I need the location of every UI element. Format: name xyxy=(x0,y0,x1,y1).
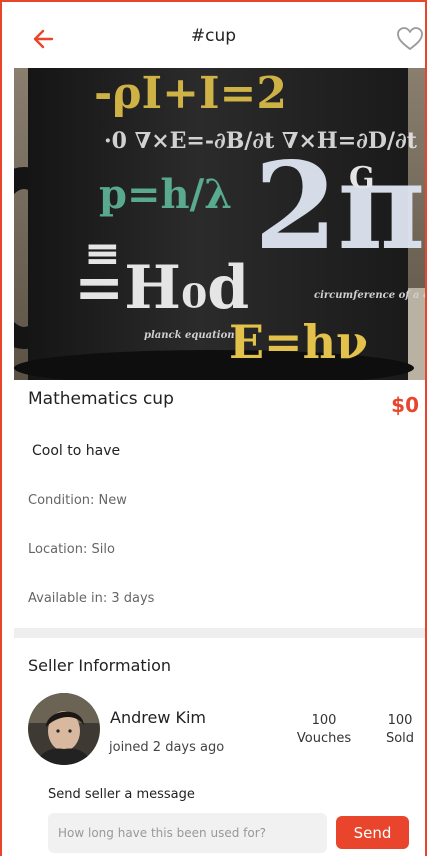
svg-text:circumference of a circle: circumference of a circle xyxy=(314,290,427,301)
product-condition: Condition: New xyxy=(28,493,127,508)
svg-text:-ρI+I=2: -ρI+I=2 xyxy=(94,68,287,119)
product-title: Mathematics cup xyxy=(28,389,174,409)
svg-text:planck equation: planck equation xyxy=(144,330,235,341)
send-button[interactable]: Send xyxy=(336,816,409,849)
seller-heading: Seller Information xyxy=(28,656,172,675)
app-frame: #cup -ρI+I=2 ·0 ∇×E=-∂B/∂t ∇×H=∂D/∂t p=h… xyxy=(0,0,427,856)
product-availability: Available in: 3 days xyxy=(28,591,155,606)
seller-avatar-image xyxy=(28,693,100,765)
product-description: Cool to have xyxy=(32,443,121,459)
vouches-count: 100 xyxy=(311,713,337,728)
product-location: Location: Silo xyxy=(28,542,115,557)
vouches-stat: 100 Vouches xyxy=(288,712,360,748)
avatar[interactable] xyxy=(28,693,100,765)
header: #cup xyxy=(2,2,425,68)
svg-text:G: G xyxy=(349,161,375,196)
mug-photo: -ρI+I=2 ·0 ∇×E=-∂B/∂t ∇×H=∂D/∂t p=h/λ 2π… xyxy=(14,68,427,380)
sold-stat: 100 Sold xyxy=(376,712,424,748)
svg-text:p=h/λ: p=h/λ xyxy=(99,171,232,218)
vouches-label: Vouches xyxy=(296,731,352,746)
svg-text:E=hν: E=hν xyxy=(229,315,368,369)
svg-text:≡: ≡ xyxy=(84,228,121,279)
heart-icon[interactable] xyxy=(395,24,425,54)
product-price: $0 xyxy=(391,393,419,417)
sold-count: 100 xyxy=(387,713,413,728)
message-input[interactable] xyxy=(48,813,327,853)
seller-joined: joined 2 days ago xyxy=(109,740,225,755)
svg-text:2π: 2π xyxy=(254,136,425,277)
section-divider xyxy=(14,628,425,638)
message-label: Send seller a message xyxy=(48,787,195,802)
product-image: -ρI+I=2 ·0 ∇×E=-∂B/∂t ∇×H=∂D/∂t p=h/λ 2π… xyxy=(14,68,427,380)
page-title: #cup xyxy=(190,26,237,46)
sold-label: Sold xyxy=(385,731,415,746)
seller-name[interactable]: Andrew Kim xyxy=(110,708,206,727)
